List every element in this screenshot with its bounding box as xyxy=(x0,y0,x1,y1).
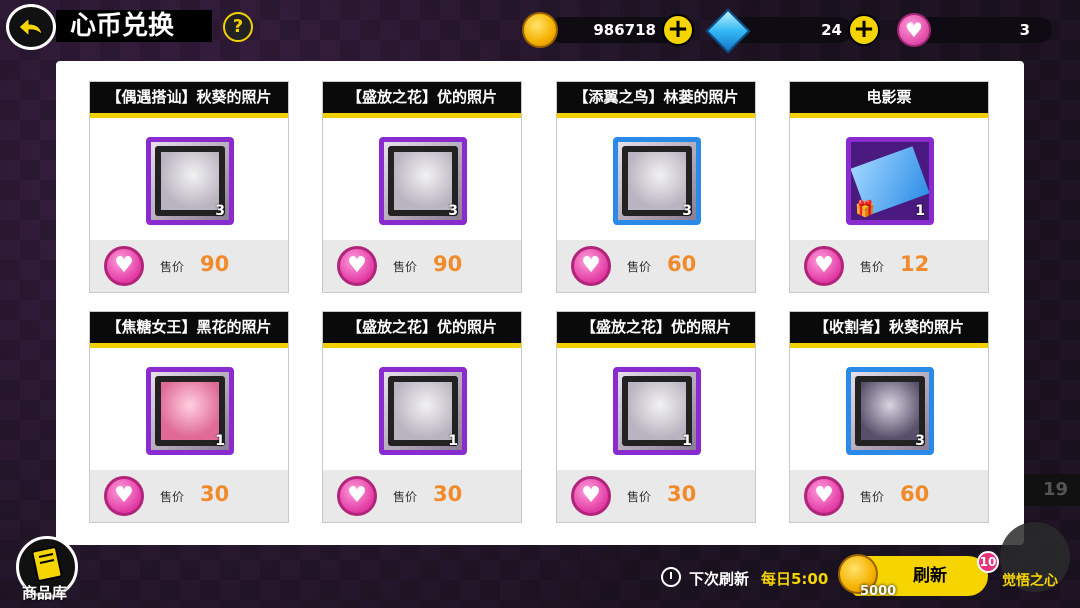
item-title: 电影票 xyxy=(790,82,988,118)
item-title: 【盛放之花】优的照片 xyxy=(557,312,755,348)
shop-item-card[interactable]: 【盛放之花】优的照片 1 ♥ 售价 30 xyxy=(322,311,522,523)
price-value: 60 xyxy=(900,482,930,506)
gold-coin-icon xyxy=(522,12,558,48)
price-label: 售价 xyxy=(160,260,185,274)
item-count: 1 xyxy=(682,433,692,449)
price-label: 售价 xyxy=(860,490,885,504)
heart-coin-icon: ♥ xyxy=(337,246,377,286)
refresh-count-badge: 10 xyxy=(977,551,999,573)
price-label: 售价 xyxy=(860,260,885,274)
price-bar: ♥ 售价 60 xyxy=(557,240,755,292)
item-thumbnail: 1 xyxy=(146,367,234,455)
shop-item-card[interactable]: 电影票 🎁 1 ♥ 售价 12 xyxy=(789,81,989,293)
gift-icon: 🎁 xyxy=(855,199,875,218)
price-bar: ♥ 售价 90 xyxy=(323,240,521,292)
price-value: 30 xyxy=(200,482,230,506)
price-label: 售价 xyxy=(627,260,652,274)
heart-coin-icon: ♥ xyxy=(571,476,611,516)
add-gold-button[interactable]: + xyxy=(662,14,694,46)
next-refresh-label: 下次刷新 xyxy=(689,570,750,588)
item-title: 【焦糖女王】黑花的照片 xyxy=(90,312,288,348)
item-count: 3 xyxy=(682,203,692,219)
shop-library-label: 商品库 xyxy=(22,584,68,602)
price-label: 售价 xyxy=(627,490,652,504)
item-thumbnail: 🎁 1 xyxy=(846,137,934,225)
heart-coin-icon: ♥ xyxy=(571,246,611,286)
item-title: 【偶遇搭讪】秋葵的照片 xyxy=(90,82,288,118)
item-count: 1 xyxy=(215,433,225,449)
clock-icon xyxy=(661,567,681,587)
item-title: 【盛放之花】优的照片 xyxy=(323,82,521,118)
shop-panel: 【偶遇搭讪】秋葵的照片 3 ♥ 售价 90 【盛放之花】优的照片 3 ♥ 售价 … xyxy=(56,61,1024,545)
item-count: 3 xyxy=(448,203,458,219)
price-bar: ♥ 售价 30 xyxy=(557,470,755,522)
price-value: 60 xyxy=(667,252,697,276)
item-title: 【盛放之花】优的照片 xyxy=(323,312,521,348)
help-button[interactable]: ? xyxy=(223,12,253,42)
heart-coin-icon: ♥ xyxy=(337,476,377,516)
shop-item-card[interactable]: 【偶遇搭讪】秋葵的照片 3 ♥ 售价 90 xyxy=(89,81,289,293)
item-count: 3 xyxy=(915,433,925,449)
price-bar: ♥ 售价 12 xyxy=(790,240,988,292)
item-thumbnail: 1 xyxy=(379,367,467,455)
item-thumbnail: 3 xyxy=(146,137,234,225)
price-value: 90 xyxy=(433,252,463,276)
heart-coin-icon: ♥ xyxy=(804,476,844,516)
back-button[interactable] xyxy=(6,4,56,50)
price-label: 售价 xyxy=(393,490,418,504)
heart-coin-icon: ♥ xyxy=(104,246,144,286)
item-thumbnail: 1 xyxy=(613,367,701,455)
shop-item-card[interactable]: 【盛放之花】优的照片 1 ♥ 售价 30 xyxy=(556,311,756,523)
heart-coin-icon: ♥ xyxy=(104,476,144,516)
shop-item-card[interactable]: 【焦糖女王】黑花的照片 1 ♥ 售价 30 xyxy=(89,311,289,523)
price-label: 售价 xyxy=(393,260,418,274)
item-thumbnail: 3 xyxy=(613,137,701,225)
awaken-heart-label: 觉悟之心 xyxy=(1002,573,1058,589)
price-bar: ♥ 售价 90 xyxy=(90,240,288,292)
item-title: 【添翼之鸟】林蒌的照片 xyxy=(557,82,755,118)
refresh-cost: 5000 xyxy=(860,584,897,599)
heart-coin-icon: ♥ xyxy=(897,13,931,47)
item-thumbnail: 3 xyxy=(379,137,467,225)
add-gem-button[interactable]: + xyxy=(848,14,880,46)
back-arrow-icon xyxy=(18,16,43,38)
price-bar: ♥ 售价 30 xyxy=(90,470,288,522)
price-value: 30 xyxy=(667,482,697,506)
heart-coin-amount: 3 xyxy=(910,17,1052,43)
gold-coin-amount: 986718 xyxy=(548,17,678,43)
price-label: 售价 xyxy=(160,490,185,504)
price-value: 90 xyxy=(200,252,230,276)
price-value: 12 xyxy=(900,252,930,276)
price-bar: ♥ 售价 60 xyxy=(790,470,988,522)
item-count: 3 xyxy=(215,203,225,219)
item-count: 1 xyxy=(915,203,925,219)
heart-coin-icon: ♥ xyxy=(804,246,844,286)
price-bar: ♥ 售价 30 xyxy=(323,470,521,522)
page-title: 心币兑换 xyxy=(56,10,212,42)
item-title: 【收割者】秋葵的照片 xyxy=(790,312,988,348)
shop-item-card[interactable]: 【收割者】秋葵的照片 3 ♥ 售价 60 xyxy=(789,311,989,523)
shop-item-card[interactable]: 【添翼之鸟】林蒌的照片 3 ♥ 售价 60 xyxy=(556,81,756,293)
shop-item-card[interactable]: 【盛放之花】优的照片 3 ♥ 售价 90 xyxy=(322,81,522,293)
price-value: 30 xyxy=(433,482,463,506)
side-counter: 19 xyxy=(1024,474,1080,506)
next-refresh-time: 每日5:00 xyxy=(761,570,829,588)
item-thumbnail: 3 xyxy=(846,367,934,455)
item-count: 1 xyxy=(448,433,458,449)
